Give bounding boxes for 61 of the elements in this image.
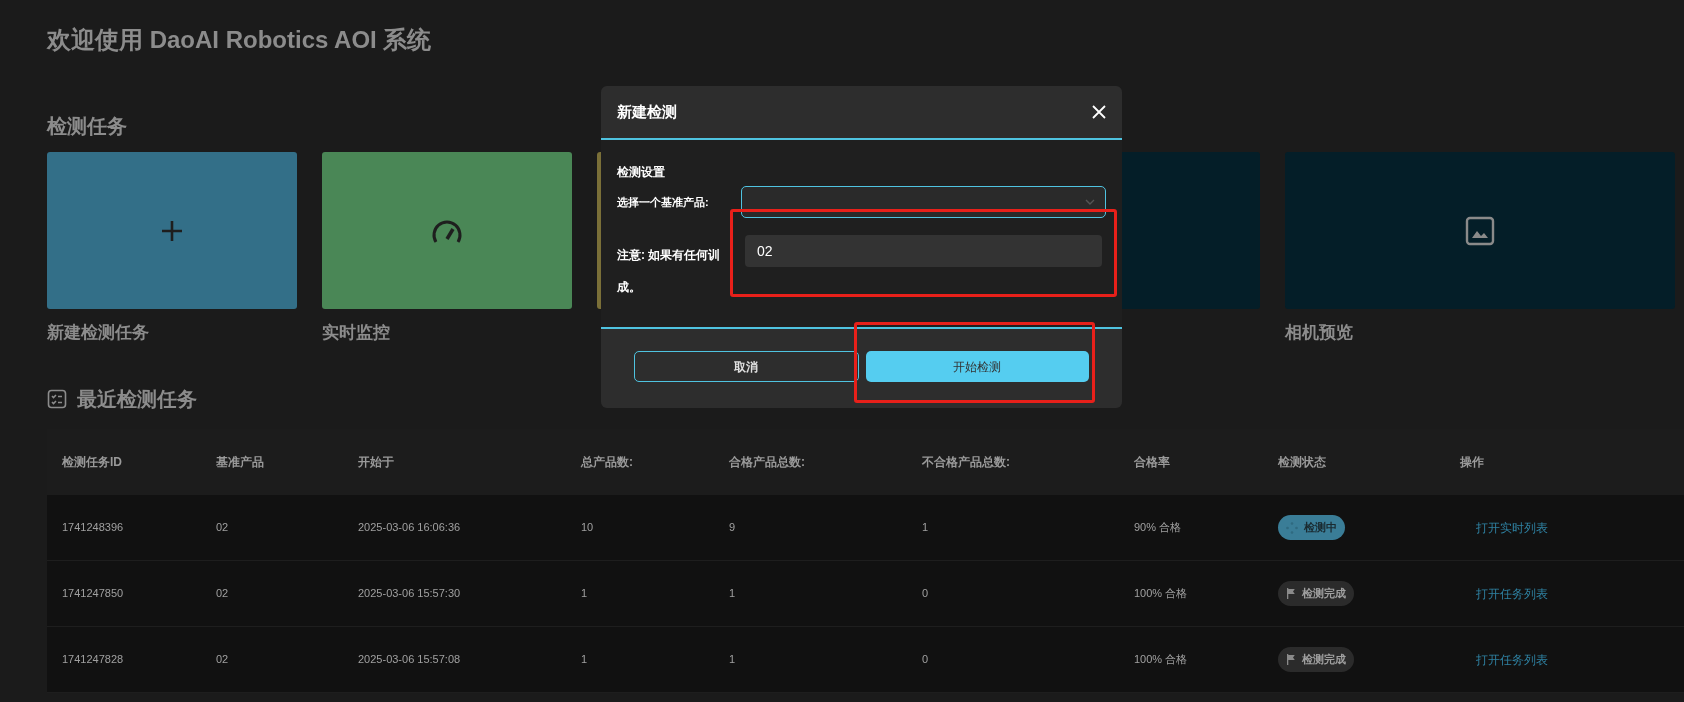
column-header: 总产品数: (581, 454, 633, 471)
caret-icon (1085, 199, 1095, 205)
task-card[interactable] (1285, 152, 1675, 309)
flag-icon (1286, 654, 1296, 665)
column-header: 检测状态 (1278, 454, 1326, 471)
status-badge: 检测完成 (1278, 647, 1354, 672)
action-link[interactable]: 打开任务列表 (1476, 584, 1548, 603)
table-cell-text: 1 (729, 586, 736, 602)
table-cell-text: 9 (729, 520, 736, 536)
table-cell-text: 1 (729, 652, 736, 668)
cancel-button[interactable]: 取消 (634, 351, 859, 382)
status-badge: 检测完成 (1278, 581, 1354, 606)
table-cell-text: 1741247828 (62, 652, 124, 668)
plus-icon (160, 218, 184, 243)
table-cell-text: 1 (922, 520, 929, 536)
table-cell-text: 0 (922, 652, 929, 668)
task-card[interactable] (47, 152, 297, 309)
card-label: 实时监控 (322, 322, 390, 344)
action-link[interactable]: 打开任务列表 (1476, 650, 1548, 669)
field-label: 选择一个基准产品: (617, 194, 710, 210)
table-cell-text: 2025-03-06 16:06:36 (358, 520, 461, 536)
table-cell-text: 10 (581, 520, 594, 536)
image-icon (1465, 215, 1495, 246)
table-cell-text: 100% 合格 (1134, 586, 1188, 602)
section-heading: 检测任务 (47, 114, 127, 139)
table-cell-text: 1741248396 (62, 520, 124, 536)
page-title: 欢迎使用 DaoAI Robotics AOI 系统 (47, 25, 432, 55)
checklist-icon (47, 389, 67, 409)
table-cell-text: 90% 合格 (1134, 520, 1182, 536)
column-header: 合格产品总数: (729, 454, 805, 471)
close-icon[interactable] (1092, 105, 1106, 119)
section-heading: 最近检测任务 (77, 387, 197, 412)
column-header: 合格率 (1134, 454, 1170, 471)
dropdown-option[interactable]: 02 (745, 235, 1102, 267)
note-text: 注意: 如果有任何训 (617, 247, 721, 264)
column-header: 操作 (1460, 454, 1484, 471)
column-header: 基准产品 (216, 454, 264, 471)
start-button[interactable]: 开始检测 (865, 351, 1089, 382)
flag-icon (1286, 588, 1296, 599)
table-cell-text: 1 (581, 652, 588, 668)
table-cell-text: 1 (581, 586, 588, 602)
table-cell-text: 0 (922, 586, 929, 602)
table-cell-text: 2025-03-06 15:57:08 (358, 652, 461, 668)
table-cell-text: 02 (216, 586, 229, 602)
table-cell-text: 02 (216, 520, 229, 536)
column-header: 开始于 (358, 454, 394, 471)
table-cell-text: 1741247850 (62, 586, 124, 602)
status-badge: 检测中 (1278, 515, 1345, 540)
table-cell-text: 2025-03-06 15:57:30 (358, 586, 461, 602)
card-label: 新建检测任务 (47, 322, 149, 344)
column-header: 检测任务ID (62, 454, 122, 471)
action-link[interactable]: 打开实时列表 (1476, 518, 1548, 537)
task-card[interactable] (322, 152, 572, 309)
card-label: 相机预览 (1285, 322, 1353, 344)
column-header: 不合格产品总数: (922, 454, 1010, 471)
note-text: 成。 (617, 279, 641, 296)
product-select[interactable] (741, 186, 1106, 218)
table-cell-text: 02 (216, 652, 229, 668)
section-label: 检测设置 (617, 164, 665, 180)
dialog-title: 新建检测 (617, 101, 677, 122)
table-cell-text: 100% 合格 (1134, 652, 1188, 668)
